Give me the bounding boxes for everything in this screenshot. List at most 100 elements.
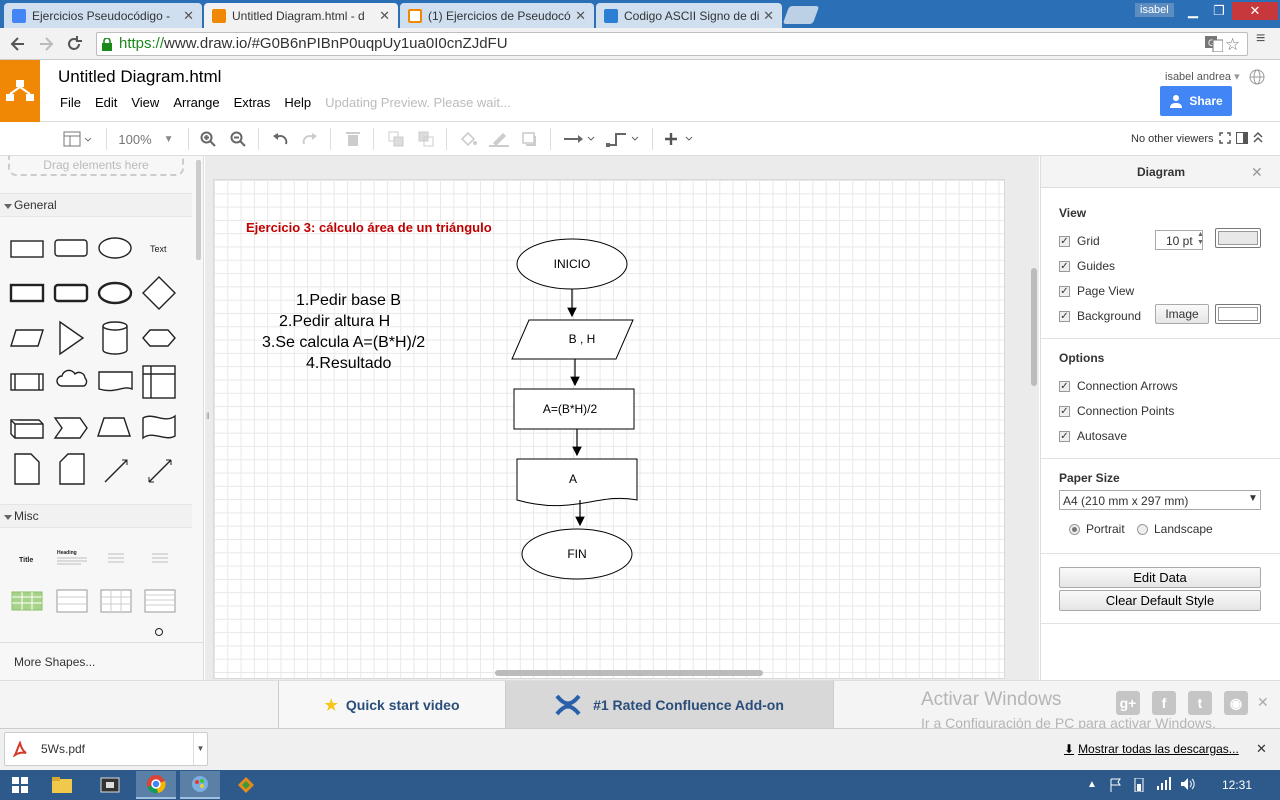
close-tab-icon[interactable]: ✕ xyxy=(763,8,774,24)
background-checkbox[interactable]: ✓ Background xyxy=(1059,309,1141,323)
to-back-icon[interactable] xyxy=(416,128,436,150)
twitter-icon[interactable]: t xyxy=(1188,691,1212,715)
close-tab-icon[interactable]: ✕ xyxy=(379,8,390,24)
fullscreen-icon[interactable] xyxy=(1219,132,1231,144)
text-shape[interactable]: Text xyxy=(150,244,167,254)
grid-checkbox[interactable]: ✓ Grid xyxy=(1059,234,1100,248)
menu-edit[interactable]: Edit xyxy=(95,95,117,110)
paper-size-select[interactable]: A4 (210 mm x 297 mm) ▼ xyxy=(1059,490,1261,510)
tab-codigo-ascii[interactable]: Codigo ASCII Signo de div ✕ xyxy=(596,3,782,28)
volume-icon[interactable] xyxy=(1180,777,1196,791)
heading-shape[interactable]: Heading xyxy=(57,550,77,556)
menu-view[interactable]: View xyxy=(131,95,159,110)
zoom-select[interactable]: 100% ▼ xyxy=(116,128,176,150)
landscape-radio[interactable]: Landscape xyxy=(1137,522,1213,536)
translate-icon[interactable]: G xyxy=(1205,36,1223,52)
minimize-icon[interactable]: ▁ xyxy=(1180,2,1206,20)
portrait-radio[interactable]: Portrait xyxy=(1069,522,1125,536)
reload-icon[interactable] xyxy=(64,34,84,54)
input-label[interactable]: B , H xyxy=(569,332,596,346)
facebook-icon[interactable]: f xyxy=(1152,691,1176,715)
grid-color-button[interactable] xyxy=(1215,228,1261,248)
paint-icon[interactable] xyxy=(180,771,220,799)
app-store-icon[interactable] xyxy=(90,771,130,799)
chrome-menu-icon[interactable]: ≡ xyxy=(1256,31,1265,47)
flag-icon[interactable] xyxy=(1110,778,1122,792)
confluence-addon-link[interactable]: #1 Rated Confluence Add-on xyxy=(506,681,834,729)
background-color-button[interactable] xyxy=(1215,304,1261,324)
zoom-out-icon[interactable] xyxy=(228,128,248,150)
clock[interactable]: 12:31 xyxy=(1222,778,1252,792)
page-view-checkbox[interactable]: ✓ Page View xyxy=(1059,284,1134,298)
stepper-arrows-icon[interactable]: ▲ ▼ xyxy=(1197,231,1204,247)
windows-start-icon[interactable] xyxy=(0,771,40,799)
menu-arrange[interactable]: Arrange xyxy=(173,95,219,110)
tab-untitled-diagram[interactable]: Untitled Diagram.html - d ✕ xyxy=(204,3,398,28)
more-shapes-button[interactable]: More Shapes... xyxy=(0,642,203,680)
connection-arrows-checkbox[interactable]: ✓ Connection Arrows xyxy=(1059,379,1178,393)
clear-default-style-button[interactable]: Clear Default Style xyxy=(1059,590,1261,611)
drawio-logo-icon[interactable] xyxy=(0,60,40,122)
diagram-canvas[interactable]: ‖ Ejercicio 3: cálculo área de un triáng… xyxy=(205,156,1039,680)
menu-extras[interactable]: Extras xyxy=(234,95,271,110)
autosave-checkbox[interactable]: ✓ Autosave xyxy=(1059,429,1127,443)
grid-size-input[interactable]: 10 pt xyxy=(1155,230,1203,250)
process-label[interactable]: A=(B*H)/2 xyxy=(543,402,598,416)
forward-arrow-icon[interactable] xyxy=(36,34,56,54)
chrome-icon[interactable] xyxy=(136,771,176,799)
window-user-badge[interactable]: isabel xyxy=(1135,3,1174,17)
user-menu[interactable]: isabel andrea ▾ xyxy=(1165,70,1240,83)
window-close-icon[interactable]: ✕ xyxy=(1232,2,1278,20)
share-button[interactable]: Share xyxy=(1160,86,1232,116)
redo-icon[interactable] xyxy=(300,128,320,150)
show-all-downloads-link[interactable]: ⬇ Mostrar todas las descargas... xyxy=(1064,742,1239,756)
title-shape[interactable]: Title xyxy=(19,557,33,564)
connection-points-checkbox[interactable]: ✓ Connection Points xyxy=(1059,404,1174,418)
github-icon[interactable]: ◉ xyxy=(1224,691,1248,715)
maximize-icon[interactable]: ❐ xyxy=(1206,2,1232,20)
canvas-horizontal-scrollbar[interactable] xyxy=(495,670,763,676)
close-icon[interactable]: ✕ xyxy=(1256,741,1267,757)
section-misc[interactable]: Misc xyxy=(0,504,192,528)
end-label[interactable]: FIN xyxy=(567,547,586,561)
close-icon[interactable]: ✕ xyxy=(1251,164,1263,181)
url-input[interactable]: https://www.draw.io/#G0B6nPIBnP0uqpUy1ua… xyxy=(96,32,1248,56)
edit-data-button[interactable]: Edit Data xyxy=(1059,567,1261,588)
shadow-icon[interactable] xyxy=(520,128,540,150)
menu-file[interactable]: File xyxy=(60,95,81,110)
tab-ejercicios-pseudocodigo[interactable]: Ejercicios Pseudocódigo - ✕ xyxy=(4,3,202,28)
connection-style-icon[interactable] xyxy=(560,128,598,150)
zoom-in-icon[interactable] xyxy=(198,128,218,150)
panel-toggle-icon[interactable] xyxy=(1236,132,1248,144)
globe-icon[interactable] xyxy=(1249,69,1265,85)
show-hidden-icons[interactable]: ▲ xyxy=(1087,779,1097,790)
canvas-vertical-scrollbar[interactable] xyxy=(1031,268,1037,386)
line-color-icon[interactable] xyxy=(488,128,510,150)
undo-icon[interactable] xyxy=(270,128,290,150)
page-view[interactable]: Ejercicio 3: cálculo área de un triángul… xyxy=(213,179,1005,679)
network-icon[interactable] xyxy=(1156,777,1172,791)
section-general[interactable]: General xyxy=(0,193,192,217)
sidebar-scrollbar[interactable] xyxy=(196,160,201,260)
tab-ejercicios-de-pseudocodigo[interactable]: (1) Ejercicios de Pseudocó ✕ xyxy=(400,3,594,28)
start-label[interactable]: INICIO xyxy=(554,257,591,271)
background-image-button[interactable]: Image xyxy=(1155,304,1209,324)
fill-color-icon[interactable] xyxy=(458,128,478,150)
back-arrow-icon[interactable] xyxy=(8,34,28,54)
to-front-icon[interactable] xyxy=(386,128,406,150)
output-label[interactable]: A xyxy=(569,472,577,486)
close-icon[interactable]: ✕ xyxy=(1257,694,1269,711)
format-panel-toggle-icon[interactable] xyxy=(60,128,96,150)
new-tab-button[interactable] xyxy=(782,6,820,24)
waypoints-icon[interactable] xyxy=(604,128,642,150)
battery-icon[interactable] xyxy=(1132,778,1148,792)
resize-handle-icon[interactable]: ‖ xyxy=(206,411,210,421)
bookmark-star-icon[interactable]: ☆ xyxy=(1225,34,1240,56)
google-plus-icon[interactable]: g+ xyxy=(1116,691,1140,715)
diagram-title[interactable]: Untitled Diagram.html xyxy=(58,67,221,87)
guides-checkbox[interactable]: ✓ Guides xyxy=(1059,259,1115,273)
quick-start-video-link[interactable]: ★ Quick start video xyxy=(278,681,506,729)
chevron-down-icon[interactable]: ▼ xyxy=(193,733,207,765)
close-tab-icon[interactable]: ✕ xyxy=(183,8,194,24)
scratchpad-dropzone[interactable]: Drag elements here xyxy=(8,156,184,176)
